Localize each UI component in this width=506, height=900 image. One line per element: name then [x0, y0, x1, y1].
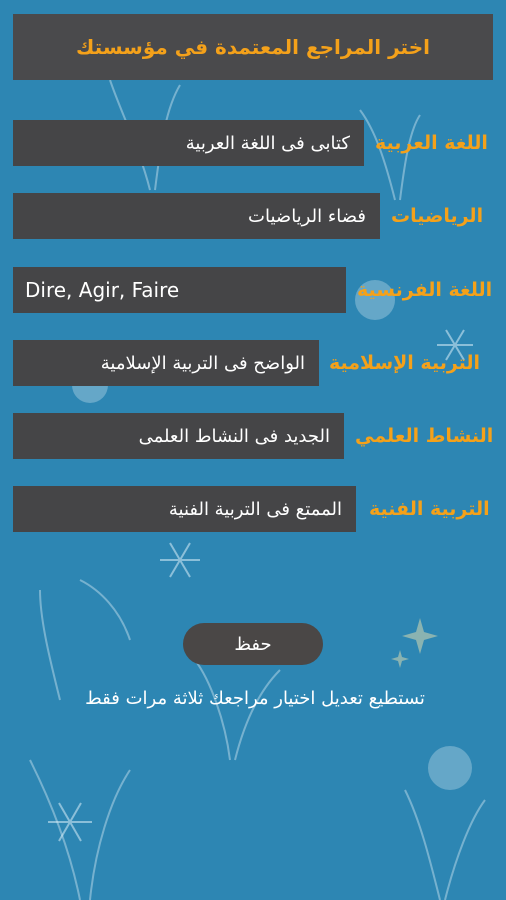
islamic-reference-field[interactable]: الواضح فى التربية الإسلامية [13, 340, 319, 386]
arabic-label: اللغة العربية [375, 132, 488, 154]
snowflake-icon [160, 542, 200, 578]
art-label: التربية الفنية [369, 498, 490, 520]
subject-row-islamic: الواضح فى التربية الإسلامية التربية الإس… [13, 340, 493, 386]
french-label: اللغة الفرنسية [357, 279, 493, 301]
science-label: النشاط العلمي [355, 425, 494, 447]
science-reference-field[interactable]: الجديد فى النشاط العلمى [13, 413, 344, 459]
math-reference-field[interactable]: فضاء الرياضيات [13, 193, 380, 239]
subject-row-science: الجديد فى النشاط العلمى النشاط العلمي [13, 413, 493, 459]
arabic-reference-field[interactable]: كتابى فى اللغة العربية [13, 120, 364, 166]
art-reference-field[interactable]: الممتع فى التربية الفنية [13, 486, 356, 532]
subject-row-math: فضاء الرياضيات الرياضيات [13, 193, 493, 239]
save-button[interactable]: حفظ [183, 623, 323, 665]
math-label: الرياضيات [391, 205, 484, 227]
footer-note: تستطيع تعديل اختيار مراجعك ثلاثة مرات فق… [85, 688, 425, 709]
french-reference-field[interactable]: Dire, Agir, Faire [13, 267, 346, 313]
islamic-label: التربية الإسلامية [329, 352, 481, 374]
subject-row-art: الممتع فى التربية الفنية التربية الفنية [13, 486, 493, 532]
subject-row-arabic: كتابى فى اللغة العربية اللغة العربية [13, 120, 493, 166]
subject-row-french: Dire, Agir, Faire اللغة الفرنسية [13, 267, 493, 313]
page-title: اختر المراجع المعتمدة في مؤسستك [13, 14, 493, 80]
